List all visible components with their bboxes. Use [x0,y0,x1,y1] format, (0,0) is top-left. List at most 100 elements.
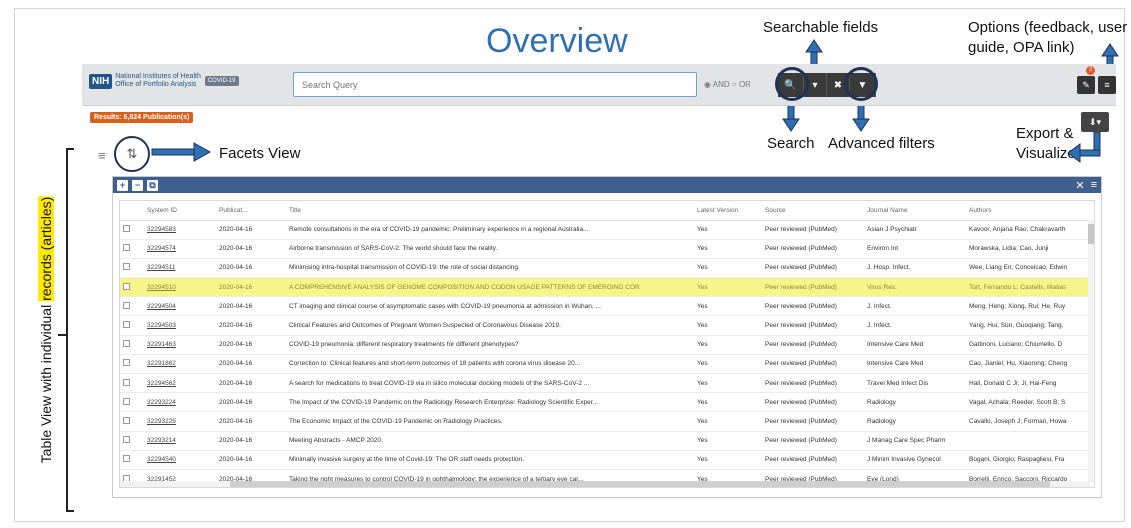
authors-cell: Wee, Liang En; Conceicao, Edwin [966,258,1090,279]
horizontal-scrollbar[interactable] [120,481,1090,487]
export-button[interactable]: ⬇▾ [1081,112,1109,132]
system-id-link[interactable]: 32294540 [144,450,216,470]
row-checkbox[interactable] [123,455,130,463]
nih-org-line2: Office of Portfolio Analysis [115,81,197,88]
title-cell: The Impact of the COVID-19 Pandemic on t… [286,392,694,413]
source-cell: Peer reviewed (PubMed) [762,258,864,279]
column-header[interactable]: System ID [144,201,216,221]
journal-name: Radiology [864,411,966,432]
facets-view-button[interactable]: ⇅ [114,136,150,172]
options-menu-button[interactable]: ≡ [1098,76,1116,94]
row-checkbox[interactable] [123,225,130,233]
table-view-label: Table View with individual records (arti… [38,196,54,463]
system-id-link[interactable]: 32294562 [144,373,216,394]
table-row[interactable]: 32294540 2020-04-16 Minimally invasive sur… [120,450,1090,470]
table-view-bracket [66,148,74,512]
publication-date: 2020-04-16 [216,335,286,355]
select-column-header[interactable] [120,201,144,221]
system-id-link[interactable]: 32293224 [144,392,216,413]
row-checkbox[interactable] [123,436,130,444]
system-id-link[interactable]: 32294511 [144,258,216,279]
notification-badge: 3 [1086,66,1095,75]
table-row[interactable]: 32291862 2020-04-16 Correction to: Clinica… [120,354,1090,375]
title-cell: Airborne transmission of SARS-CoV-2: The… [286,239,694,259]
expand-all-icon[interactable]: + [117,179,128,191]
journal-name: Intensive Care Med [864,354,966,375]
system-id-link[interactable]: 32294503 [144,315,216,336]
row-checkbox[interactable] [123,378,130,386]
download-icon: ⬇▾ [1088,116,1102,127]
row-checkbox[interactable] [123,301,130,309]
row-checkbox-cell [120,392,144,413]
row-checkbox[interactable] [123,340,130,348]
row-checkbox[interactable] [123,244,130,252]
system-id-link[interactable]: 32294510 [144,277,216,298]
and-or-toggle[interactable]: ◉ AND ○ OR [704,80,751,89]
column-header[interactable]: Journal Name [864,201,966,221]
system-id-link[interactable]: 32291862 [144,354,216,375]
column-header[interactable]: Latest Version [694,201,762,221]
fullscreen-icon[interactable]: ✕ [1075,179,1084,192]
horizontal-scroll-thumb[interactable] [230,481,1050,487]
publication-date: 2020-04-16 [216,431,286,451]
menu-icon: ≡ [1104,80,1110,90]
row-checkbox[interactable] [123,416,130,424]
table-row[interactable]: 32294574 2020-04-16 Airborne transmission … [120,239,1090,259]
title-cell: A search for medications to treat COVID-… [286,373,694,394]
search-input[interactable] [293,72,697,97]
table-row[interactable]: 32291463 2020-04-16 COVID-19 pneumonia: di… [120,335,1090,355]
authors-cell: Bogani, Giorgio; Raspagliesi, Fra [966,450,1090,470]
table-row[interactable]: 32294562 2020-04-16 A search for medicatio… [120,373,1090,394]
column-header[interactable]: Publicat... [216,201,286,221]
row-checkbox[interactable] [123,397,130,405]
table-row[interactable]: 32294503 2020-04-16 Clinical Features and … [120,315,1090,336]
table-row[interactable]: 32293224 2020-04-16 The Impact of the COVI… [120,392,1090,413]
table-row[interactable]: 32294583 2020-04-16 Remote consultations i… [120,220,1090,240]
row-checkbox[interactable] [123,359,130,367]
row-checkbox[interactable] [123,263,130,271]
and-radio[interactable]: ◉ AND [704,80,730,89]
latest-version: Yes [694,431,762,451]
authors-cell: Cavallo, Joseph J; Forman, Howa [966,411,1090,432]
nih-logo: NIH National Institutes of Health Office… [89,73,239,89]
authors-cell: Cao, Jianlei; Hu, Xiaorong; Cheng [966,354,1090,375]
publication-date: 2020-04-16 [216,315,286,336]
publication-date: 2020-04-16 [216,277,286,298]
table-row[interactable]: 32294511 2020-04-16 Minimising intra-hospi… [120,258,1090,279]
system-id-link[interactable]: 32294574 [144,239,216,259]
latest-version: Yes [694,258,762,279]
system-id-link[interactable]: 32294504 [144,296,216,317]
column-header[interactable]: Title [286,201,694,221]
copy-icon[interactable]: ⧉ [147,179,158,191]
column-menu-icon[interactable]: ≡ [1091,179,1097,192]
source-cell: Peer reviewed (PubMed) [762,373,864,394]
row-checkbox[interactable] [123,282,130,290]
collapse-all-icon[interactable]: − [132,179,143,191]
table-row[interactable]: 32294504 2020-04-16 CT imaging and clinica… [120,296,1090,317]
sort-icon: ⇅ [126,146,138,161]
system-id-link[interactable]: 32294583 [144,220,216,240]
table-panel: + − ⧉ ✕ ≡ System ID Publicat... Title Lates… [112,176,1102,498]
clear-icon: ✖ [833,79,843,91]
row-checkbox[interactable] [123,321,130,329]
arrow-facets-shaft [151,148,197,156]
journal-name: J Manag Care Spec Pharm [864,431,966,451]
column-header[interactable]: Authors [966,201,1090,221]
vertical-scrollbar[interactable] [1088,220,1094,482]
row-checkbox-cell [120,277,144,298]
system-id-link[interactable]: 32293214 [144,431,216,451]
list-view-icon[interactable]: ≡ [98,148,106,163]
system-id-link[interactable]: 32291463 [144,335,216,355]
source-cell: Peer reviewed (PubMed) [762,354,864,375]
or-radio[interactable]: ○ OR [732,80,751,89]
publication-date: 2020-04-16 [216,220,286,240]
table-row[interactable]: 32293225 2020-04-16 The Economic Impact of… [120,411,1090,432]
vertical-scroll-thumb[interactable] [1088,224,1094,244]
feedback-button[interactable]: ✎ [1077,76,1095,94]
publication-date: 2020-04-16 [216,450,286,470]
table-row[interactable]: 32294510 2020-04-16 A COMPREHENSIVE ANALYS… [120,277,1090,298]
table-row[interactable]: 32293214 2020-04-16 Meeting Abstracts - AM… [120,431,1090,451]
column-header[interactable]: Source [762,201,864,221]
system-id-link[interactable]: 32293225 [144,411,216,432]
source-cell: Peer reviewed (PubMed) [762,392,864,413]
